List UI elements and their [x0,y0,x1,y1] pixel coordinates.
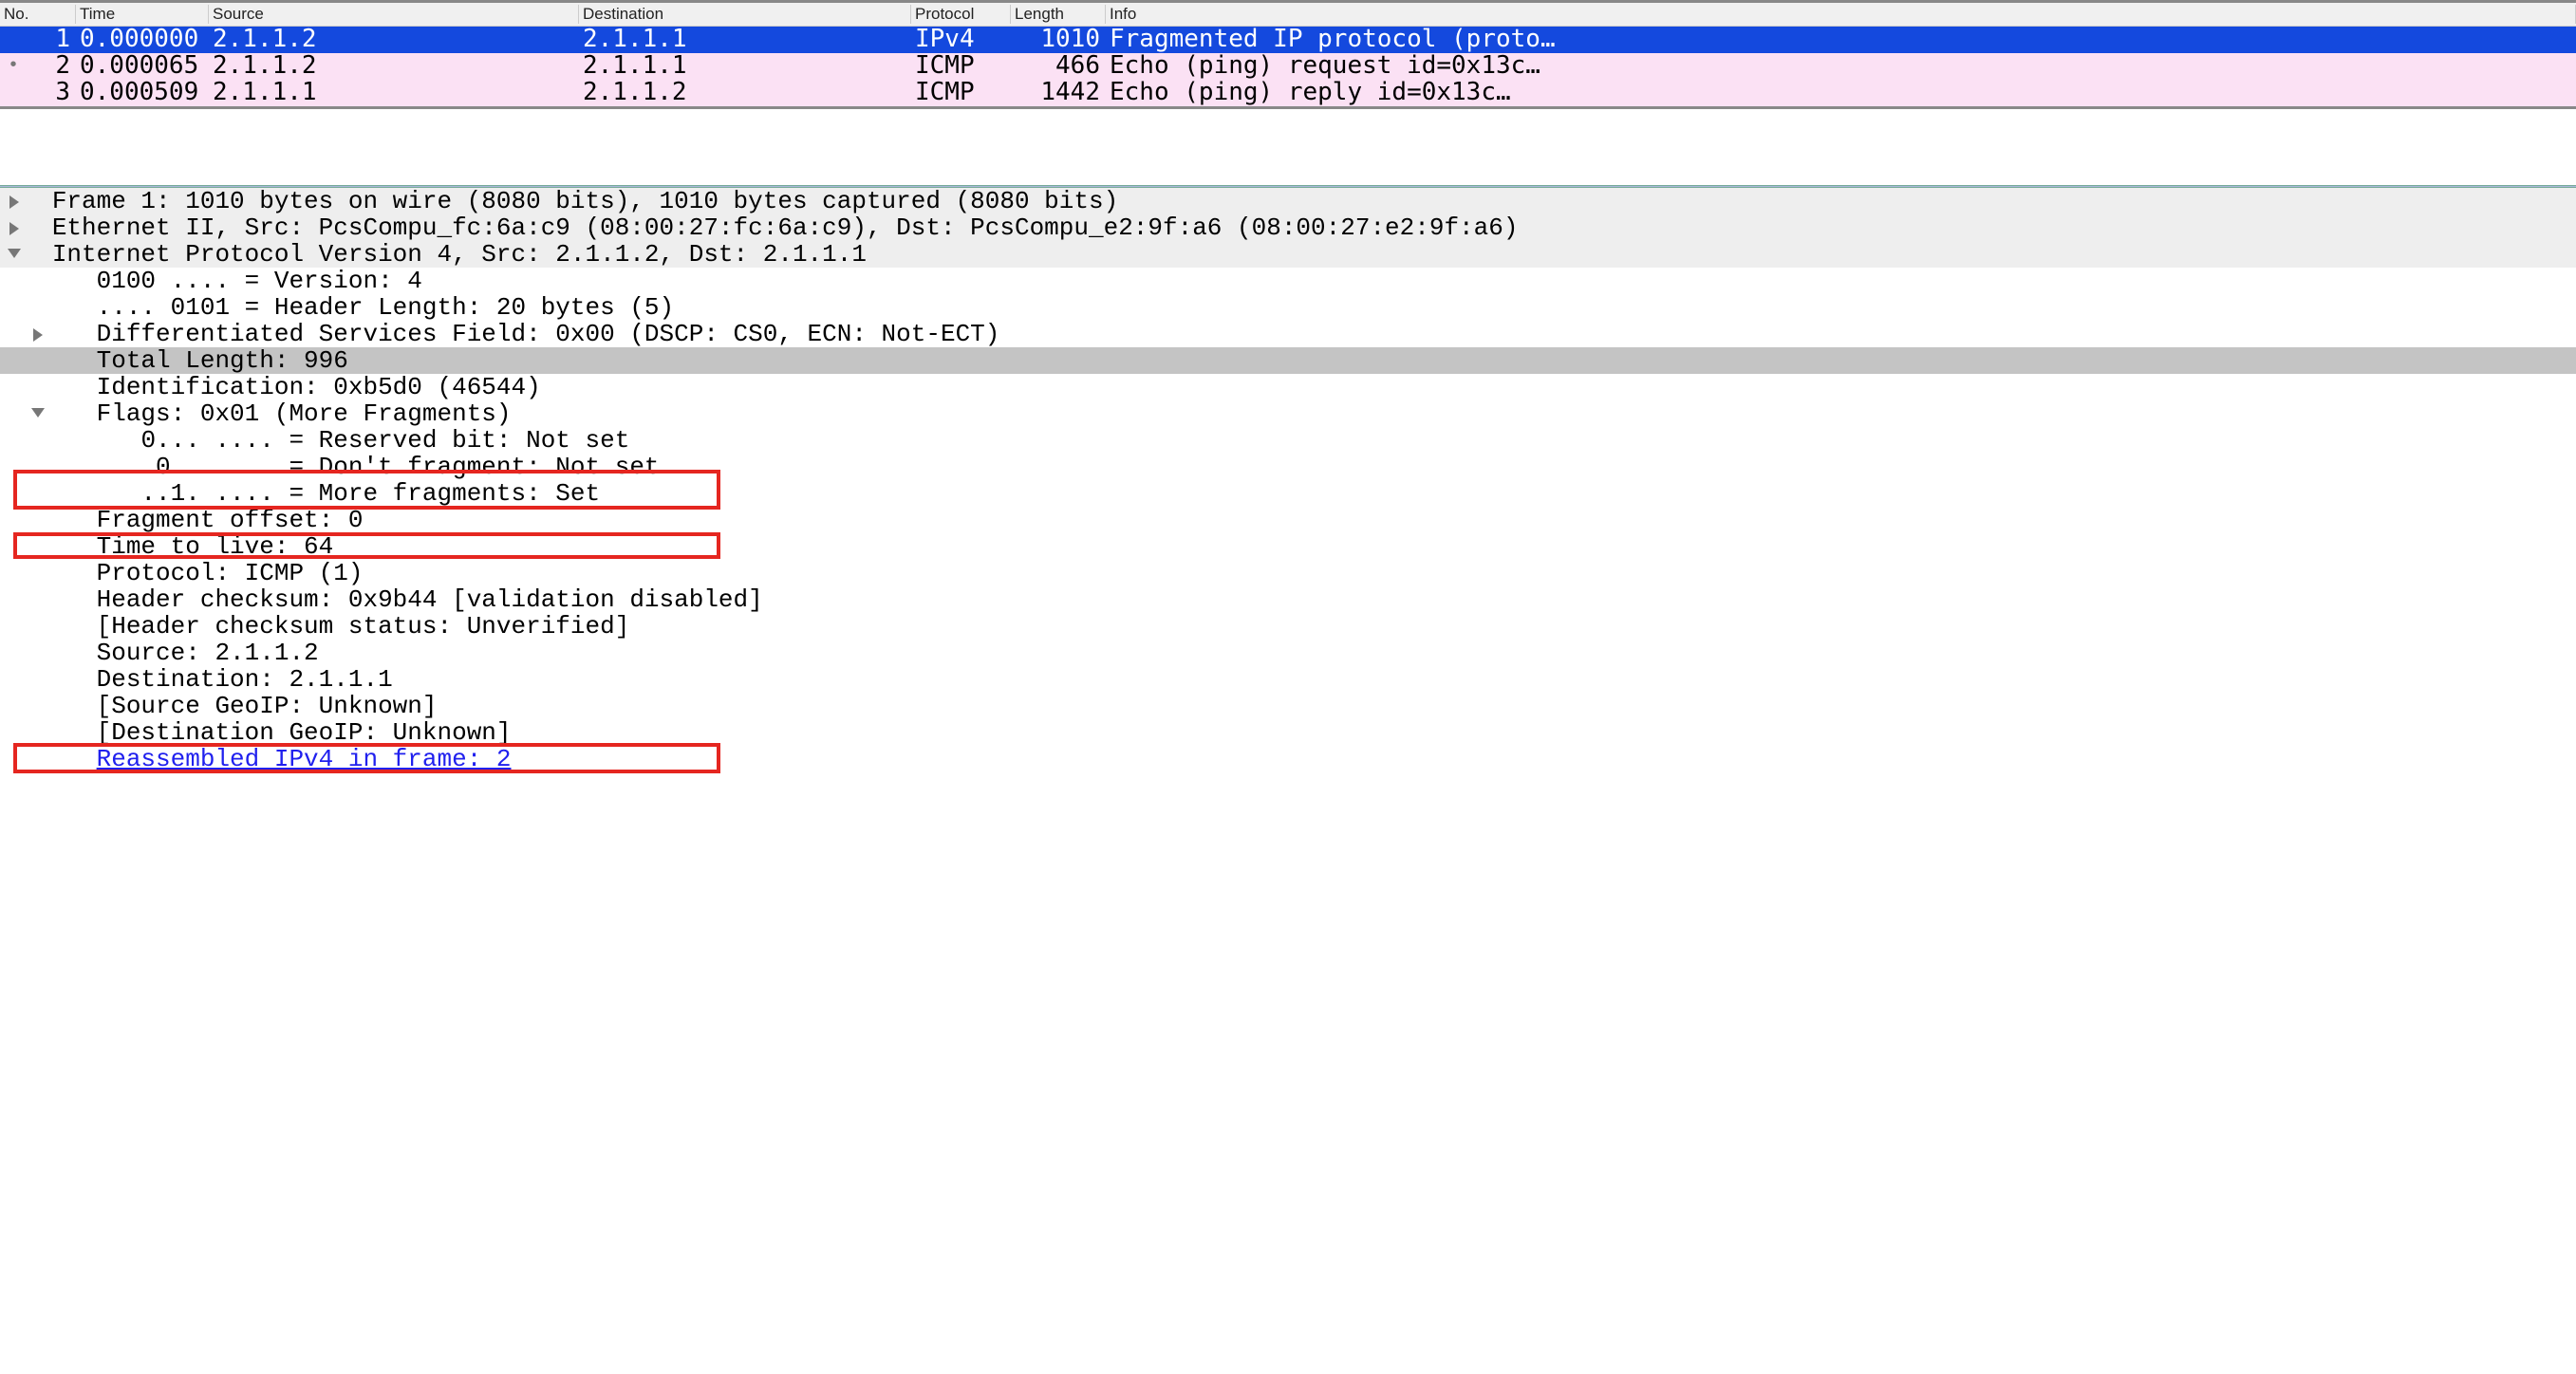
cell-info: Fragmented IP protocol (proto… [1106,26,2576,54]
tree-label: Internet Protocol Version 4, Src: 2.1.1.… [52,240,867,269]
tree-item-ip[interactable]: Internet Protocol Version 4, Src: 2.1.1.… [0,241,2576,268]
tree-label: Total Length: 996 [97,346,348,375]
cell-time: 0.000065 [76,52,209,81]
tree-field-cksum-status[interactable]: [Header checksum status: Unverified] [0,613,2576,640]
tree-label: [Source GeoIP: Unknown] [97,692,438,720]
tree-field-ttl[interactable]: Time to live: 64 [0,533,2576,560]
cell-proto: IPv4 [911,26,1011,54]
tree-label: Destination: 2.1.1.1 [97,665,393,694]
tree-label: Fragment offset: 0 [97,506,364,534]
tree-label: 0... .... = Reserved bit: Not set [140,426,629,455]
pane-gap [0,109,2576,185]
tree-field-proto[interactable]: Protocol: ICMP (1) [0,560,2576,586]
cell-info: Echo (ping) request id=0x13c… [1106,52,2576,81]
packet-details-pane: Frame 1: 1010 bytes on wire (8080 bits),… [0,188,2576,772]
tree-field-df[interactable]: .0.. .... = Don't fragment: Not set [0,454,2576,480]
tree-field-cksum[interactable]: Header checksum: 0x9b44 [validation disa… [0,586,2576,613]
tree-item-flags[interactable]: Flags: 0x01 (More Fragments) [0,400,2576,427]
cell-dst: 2.1.1.1 [579,26,911,54]
packet-row[interactable]: 1 0.000000 2.1.1.2 2.1.1.1 IPv4 1010 Fra… [0,27,2576,53]
cell-len: 1442 [1011,79,1106,107]
cell-info: Echo (ping) reply id=0x13c… [1106,79,2576,107]
tree-label: .... 0101 = Header Length: 20 bytes (5) [97,293,675,322]
tree-field-hlen[interactable]: .... 0101 = Header Length: 20 bytes (5) [0,294,2576,321]
cell-src: 2.1.1.2 [209,52,579,81]
col-header-src[interactable]: Source [209,5,579,24]
tree-item-dsf[interactable]: Differentiated Services Field: 0x00 (DSC… [0,321,2576,347]
col-header-no[interactable]: No. [0,5,76,24]
tree-label: Header checksum: 0x9b44 [validation disa… [97,585,763,614]
tree-label: [Header checksum status: Unverified] [97,612,630,641]
cell-len: 1010 [1011,26,1106,54]
tree-label: 0100 .... = Version: 4 [97,267,422,295]
cell-len: 466 [1011,52,1106,81]
cell-src: 2.1.1.2 [209,26,579,54]
tree-label: Ethernet II, Src: PcsCompu_fc:6a:c9 (08:… [52,214,1519,242]
col-header-time[interactable]: Time [76,5,209,24]
tree-item-frame[interactable]: Frame 1: 1010 bytes on wire (8080 bits),… [0,188,2576,214]
related-mark-icon: • [8,53,19,80]
cell-no: 1 [0,26,76,54]
tree-field-dst-geoip[interactable]: [Destination GeoIP: Unknown] [0,719,2576,746]
cell-proto: ICMP [911,79,1011,107]
cell-src: 2.1.1.1 [209,79,579,107]
packet-list-pane: No. Time Source Destination Protocol Len… [0,0,2576,109]
cell-no: 3 [0,79,76,107]
packet-row[interactable]: 3 0.000509 2.1.1.1 2.1.1.2 ICMP 1442 Ech… [0,80,2576,106]
col-header-info[interactable]: Info [1106,5,2576,24]
tree-field-reserved[interactable]: 0... .... = Reserved bit: Not set [0,427,2576,454]
tree-field-src-ip[interactable]: Source: 2.1.1.2 [0,640,2576,666]
tree-label: Differentiated Services Field: 0x00 (DSC… [97,320,1000,348]
tree-item-ethernet[interactable]: Ethernet II, Src: PcsCompu_fc:6a:c9 (08:… [0,214,2576,241]
tree-label: .0.. .... = Don't fragment: Not set [140,453,659,481]
cell-dst: 2.1.1.2 [579,79,911,107]
tree-field-fragoff[interactable]: Fragment offset: 0 [0,507,2576,533]
tree-label: [Destination GeoIP: Unknown] [97,718,512,747]
tree-label: Time to live: 64 [97,532,334,561]
tree-field-mf[interactable]: ..1. .... = More fragments: Set [0,480,2576,507]
cell-time: 0.000509 [76,79,209,107]
tree-field-src-geoip[interactable]: [Source GeoIP: Unknown] [0,693,2576,719]
tree-label: Frame 1: 1010 bytes on wire (8080 bits),… [52,187,1118,215]
tree-label: Flags: 0x01 (More Fragments) [97,399,512,428]
packet-row[interactable]: • 2 0.000065 2.1.1.2 2.1.1.1 ICMP 466 Ec… [0,53,2576,80]
tree-field-version[interactable]: 0100 .... = Version: 4 [0,268,2576,294]
tree-label: Identification: 0xb5d0 (46544) [97,373,541,401]
tree-label: Source: 2.1.1.2 [97,639,319,667]
tree-field-dst-ip[interactable]: Destination: 2.1.1.1 [0,666,2576,693]
cell-proto: ICMP [911,52,1011,81]
tree-label: Protocol: ICMP (1) [97,559,364,587]
col-header-len[interactable]: Length [1011,5,1106,24]
cell-dst: 2.1.1.1 [579,52,911,81]
cell-time: 0.000000 [76,26,209,54]
tree-label: ..1. .... = More fragments: Set [140,479,600,508]
tree-field-id[interactable]: Identification: 0xb5d0 (46544) [0,374,2576,400]
tree-field-tlen[interactable]: Total Length: 996 [0,347,2576,374]
packet-list-header: No. Time Source Destination Protocol Len… [0,3,2576,27]
col-header-proto[interactable]: Protocol [911,5,1011,24]
col-header-dst[interactable]: Destination [579,5,911,24]
reassembled-link[interactable]: Reassembled IPv4 in frame: 2 [97,745,512,773]
tree-link-reassembled[interactable]: Reassembled IPv4 in frame: 2 [0,746,2576,772]
